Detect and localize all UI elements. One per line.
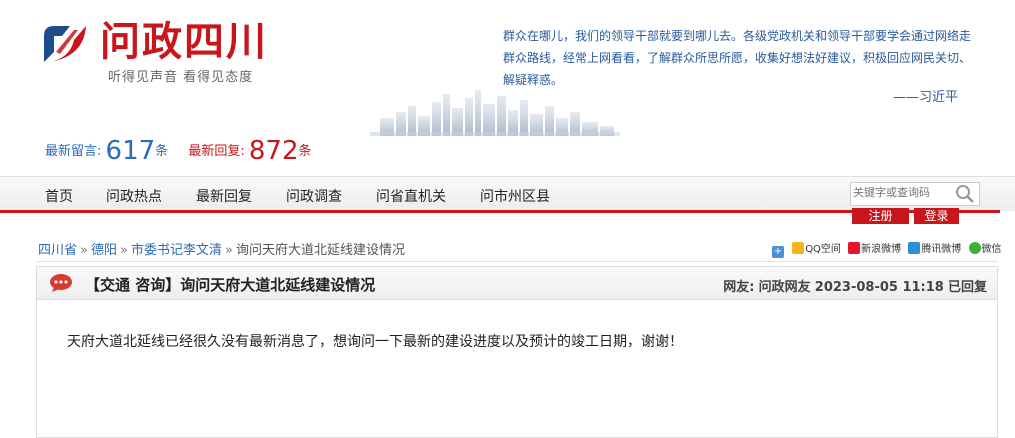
nav-item-surveys[interactable]: 问政调查 <box>286 186 342 206</box>
city-skyline-image <box>370 90 620 136</box>
latest-replies-unit: 条 <box>298 144 312 159</box>
logo-slogan: 听得见声音 看得见态度 <box>108 70 254 85</box>
latest-replies-label: 最新回复: <box>188 144 245 159</box>
post-author-label: 网友: <box>723 280 755 295</box>
breadcrumb-current: 询问天府大道北延线建设情况 <box>235 243 405 258</box>
breadcrumb-separator: » <box>120 243 128 258</box>
post-date: 2023-08-05 11:18 <box>814 280 944 295</box>
post-title: 【交通 咨询】询问天府大道北延线建设情况 <box>85 276 376 294</box>
share-qzone[interactable]: QQ空间 <box>792 240 841 255</box>
logo-icon <box>44 26 86 62</box>
weibo-icon <box>848 242 861 254</box>
register-button[interactable]: 注册 <box>852 208 909 224</box>
leader-quote: 群众在哪儿，我们的领导干部就要到哪儿去。各级党政机关和领导干部要学会通过网络走群… <box>503 29 972 87</box>
nav-item-home[interactable]: 首页 <box>45 186 73 206</box>
logo-title[interactable]: 问政四川 <box>100 18 268 66</box>
share-wechat[interactable]: 微信 <box>968 240 1002 255</box>
stats-bar: 最新留言: 617条 最新回复: 872条 <box>45 136 312 166</box>
breadcrumb-divider <box>36 261 998 262</box>
latest-messages-label: 最新留言: <box>45 144 102 159</box>
login-button[interactable]: 登录 <box>914 208 959 224</box>
latest-messages-unit: 条 <box>155 144 169 159</box>
tencent-weibo-icon <box>908 242 921 254</box>
quote-author: ——习近平 <box>893 90 959 105</box>
nav-divider <box>0 210 1000 213</box>
share-sina-weibo[interactable]: 新浪微博 <box>848 240 901 255</box>
breadcrumb-separator: » <box>224 243 233 258</box>
qzone-icon <box>792 242 805 254</box>
latest-replies-count: 872 <box>248 136 299 166</box>
plus-icon: + <box>772 246 784 258</box>
post-meta: 网友: 问政网友 2023-08-05 11:18 已回复 <box>723 276 987 295</box>
breadcrumb-province[interactable]: 四川省 <box>38 243 77 258</box>
search-box <box>850 182 980 206</box>
post-panel: 【交通 咨询】询问天府大道北延线建设情况 网友: 问政网友 2023-08-05… <box>36 266 998 438</box>
share-bar: + QQ空间 新浪微博 腾讯微博 微信 <box>772 240 1006 258</box>
latest-messages-count: 617 <box>105 136 156 166</box>
post-body: 天府大道北延线已经很久没有最新消息了，想询问一下最新的建设进度以及预计的竣工日期… <box>67 334 683 350</box>
nav-item-cities-counties[interactable]: 问市州区县 <box>480 186 550 206</box>
breadcrumb: 四川省» 德阳» 市委书记李文清» 询问天府大道北延线建设情况 <box>38 239 405 258</box>
nav-item-hot-topics[interactable]: 问政热点 <box>106 186 162 206</box>
breadcrumb-official[interactable]: 市委书记李文清 <box>131 243 222 258</box>
search-input[interactable] <box>853 186 953 199</box>
share-tencent-weibo[interactable]: 腾讯微博 <box>908 240 961 255</box>
comment-icon <box>50 274 72 292</box>
wechat-icon <box>968 242 981 254</box>
nav-item-latest-replies[interactable]: 最新回复 <box>196 186 252 206</box>
nav-item-provincial-agencies[interactable]: 问省直机关 <box>376 186 446 206</box>
search-icon[interactable] <box>955 184 975 204</box>
post-author: 问政网友 <box>758 280 811 295</box>
post-header: 【交通 咨询】询问天府大道北延线建设情况 网友: 问政网友 2023-08-05… <box>37 267 997 300</box>
breadcrumb-separator: » <box>80 243 88 258</box>
post-status: 已回复 <box>947 280 987 295</box>
breadcrumb-city[interactable]: 德阳 <box>91 243 117 258</box>
share-more[interactable]: + <box>772 244 785 258</box>
